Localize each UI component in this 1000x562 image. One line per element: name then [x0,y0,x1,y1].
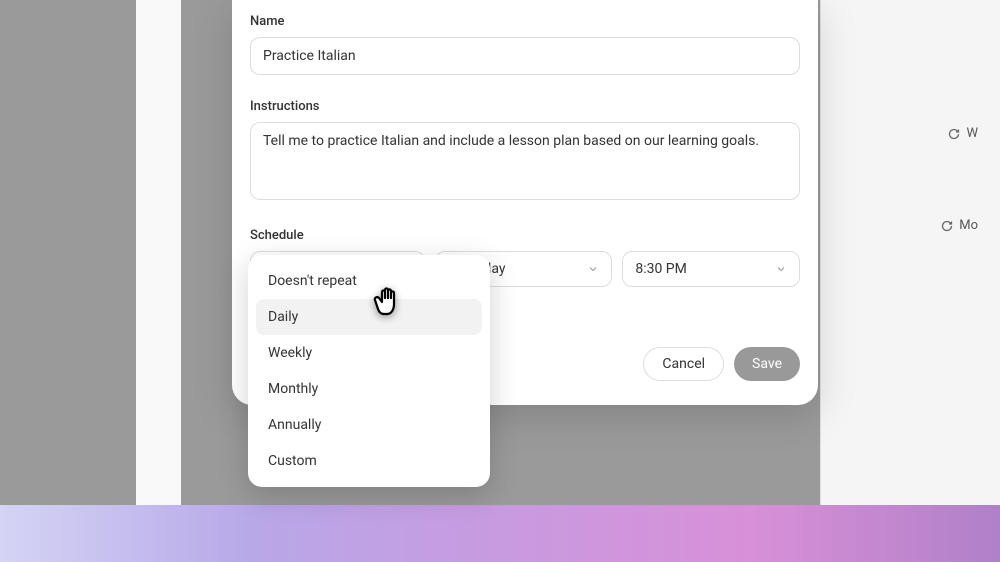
background-right-panel: W Mo [820,0,1000,505]
name-label: Name [250,14,800,29]
dropdown-option-monthly[interactable]: Monthly [256,371,482,407]
cancel-button[interactable]: Cancel [643,347,724,381]
frequency-dropdown-menu: Doesn't repeat Daily Weekly Monthly Annu… [248,255,490,487]
time-value: 8:30 PM [635,261,687,277]
background-left-panel [136,0,181,505]
background-schedule-item: Mo [929,210,990,241]
chevron-down-icon [775,263,787,275]
refresh-icon [941,220,953,232]
refresh-icon [948,128,960,140]
dropdown-option-custom[interactable]: Custom [256,443,482,479]
background-item-text: W [966,126,978,141]
dropdown-option-doesnt-repeat[interactable]: Doesn't repeat [256,263,482,299]
background-item-text: Mo [959,218,978,233]
chevron-down-icon [587,263,599,275]
time-select[interactable]: 8:30 PM [622,251,800,287]
dropdown-option-daily[interactable]: Daily [256,299,482,335]
dropdown-option-weekly[interactable]: Weekly [256,335,482,371]
save-button[interactable]: Save [734,347,800,381]
dropdown-option-annually[interactable]: Annually [256,407,482,443]
name-input[interactable] [250,37,800,75]
dock-gradient-bar [0,505,1000,562]
instructions-label: Instructions [250,99,800,114]
background-schedule-item: W [936,118,990,149]
schedule-label: Schedule [250,228,800,243]
instructions-textarea[interactable]: Tell me to practice Italian and include … [250,122,800,200]
